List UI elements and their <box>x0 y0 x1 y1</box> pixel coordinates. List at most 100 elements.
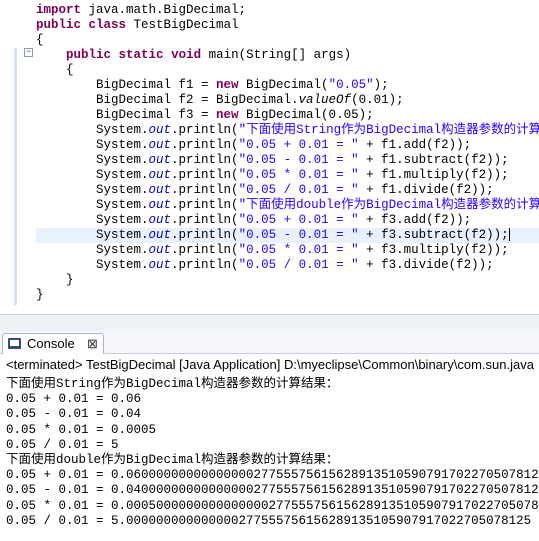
code-token: .println( <box>171 228 239 242</box>
code-token: + f1.multiply(f2)); <box>358 168 509 182</box>
code-line[interactable]: System.out.println("0.05 / 0.01 = " + f1… <box>36 183 494 198</box>
code-token: .println( <box>171 168 239 182</box>
code-token: BigDecimal f1 = <box>36 78 217 92</box>
code-token: "0.05 - 0.01 = " <box>238 228 359 242</box>
code-token: .println( <box>171 213 239 227</box>
console-output[interactable]: 下面使用String作为BigDecimal构造器参数的计算结果： 0.05 + … <box>0 375 539 541</box>
code-line[interactable]: System.out.println("0.05 + 0.01 = " + f3… <box>36 213 471 228</box>
code-token: public <box>36 18 82 32</box>
console-output-line: 下面使用String作为BigDecimal构造器参数的计算结果： <box>6 377 339 391</box>
console-output-line: 0.05 + 0.01 = 0.06 <box>6 392 142 407</box>
code-token: out <box>148 258 172 272</box>
console-tab-bar: Console ⊠ <box>0 331 539 354</box>
code-token: new <box>216 78 239 92</box>
console-output-line: 0.05 / 0.01 = 5.000000000000000277555756… <box>6 513 532 528</box>
view-sash[interactable] <box>0 314 539 332</box>
code-token: + f1.add(f2)); <box>358 138 472 152</box>
code-line[interactable]: BigDecimal f2 = BigDecimal.valueOf(0.01)… <box>36 93 404 108</box>
code-token: "下面使用double作为BigDecimal构造器参数的计算结果：" <box>238 198 539 212</box>
code-token: valueOf <box>298 93 352 107</box>
code-token: System. <box>36 213 149 227</box>
code-token: new <box>216 108 239 122</box>
code-token: .println( <box>171 243 239 257</box>
code-line[interactable]: } <box>36 273 74 288</box>
code-token: "下面使用String作为BigDecimal构造器参数的计算结果：" <box>238 123 539 137</box>
tab-console[interactable]: Console ⊠ <box>2 333 104 354</box>
code-token: out <box>148 198 172 212</box>
code-token: { <box>36 33 44 47</box>
code-line[interactable]: System.out.println("0.05 - 0.01 = " + f3… <box>36 228 510 243</box>
code-token: } <box>36 288 44 302</box>
code-line[interactable]: BigDecimal f1 = new BigDecimal("0.05"); <box>36 78 389 93</box>
code-token: "0.05 + 0.01 = " <box>238 213 359 227</box>
code-token: System. <box>36 168 149 182</box>
code-line[interactable]: System.out.println("0.05 * 0.01 = " + f1… <box>36 168 509 183</box>
code-token: System. <box>36 198 149 212</box>
code-line[interactable]: import java.math.BigDecimal; <box>36 3 246 18</box>
console-status: <terminated> TestBigDecimal [Java Applic… <box>6 357 534 372</box>
code-line[interactable]: System.out.println("0.05 * 0.01 = " + f3… <box>36 243 509 258</box>
fold-collapse-icon[interactable]: − <box>24 48 33 57</box>
code-line[interactable]: System.out.println("下面使用String作为BigDecim… <box>36 123 539 138</box>
code-token: ); <box>373 78 389 92</box>
code-token: out <box>148 138 172 152</box>
code-line[interactable]: System.out.println("0.05 / 0.01 = " + f3… <box>36 258 494 273</box>
code-line[interactable]: public class TestBigDecimal <box>36 18 239 33</box>
code-line[interactable]: System.out.println("0.05 + 0.01 = " + f1… <box>36 138 471 153</box>
code-line[interactable]: { <box>36 63 74 78</box>
code-line[interactable]: System.out.println("0.05 - 0.01 = " + f1… <box>36 153 509 168</box>
console-output-line: 0.05 - 0.01 = 0.04 <box>6 407 142 422</box>
code-token: BigDecimal f3 = <box>36 108 217 122</box>
code-line[interactable]: } <box>36 288 44 303</box>
console-output-line: 0.05 * 0.01 = 0.0005 <box>6 422 157 437</box>
console-output-line: 0.05 + 0.01 = 0.060000000000000002775557… <box>6 468 539 483</box>
code-token: java.math.BigDecimal; <box>81 3 247 17</box>
code-token: void <box>171 48 202 62</box>
console-output-line: 0.05 * 0.01 = 0.000500000000000000027755… <box>6 498 539 513</box>
code-token: .println( <box>171 153 239 167</box>
code-token: out <box>148 213 172 227</box>
code-token: main(String[] args) <box>201 48 352 62</box>
code-token: { <box>36 63 74 77</box>
code-line[interactable]: System.out.println("下面使用double作为BigDecim… <box>36 198 539 213</box>
code-token: System. <box>36 183 149 197</box>
code-token: .println( <box>171 123 239 137</box>
code-token: out <box>148 228 172 242</box>
code-token: static <box>118 48 164 62</box>
console-tab-label: Console <box>27 336 75 351</box>
console-output-line: 0.05 - 0.01 = 0.040000000000000002775557… <box>6 483 539 498</box>
console-icon <box>8 338 21 349</box>
code-token: "0.05 + 0.01 = " <box>238 138 359 152</box>
code-line[interactable]: BigDecimal f3 = new BigDecimal(0.05); <box>36 108 374 123</box>
console-output-line: 0.05 / 0.01 = 5 <box>6 437 119 452</box>
code-token: out <box>148 168 172 182</box>
code-token: + f3.divide(f2)); <box>358 258 494 272</box>
code-token: .println( <box>171 183 239 197</box>
code-token: System. <box>36 123 149 137</box>
code-line[interactable]: public static void main(String[] args) <box>36 48 351 63</box>
code-token: "0.05 * 0.01 = " <box>238 243 359 257</box>
code-token: "0.05" <box>328 78 374 92</box>
code-token: System. <box>36 258 149 272</box>
close-icon[interactable]: ⊠ <box>87 335 98 353</box>
code-token: import <box>36 3 82 17</box>
code-token: "0.05 * 0.01 = " <box>238 168 359 182</box>
code-line[interactable]: { <box>36 33 44 48</box>
code-token: + f3.add(f2)); <box>358 213 472 227</box>
code-token: .println( <box>171 138 239 152</box>
code-token: System. <box>36 228 149 242</box>
code-editor[interactable]: − import java.math.BigDecimal; public cla… <box>0 0 539 314</box>
code-token: .println( <box>171 198 239 212</box>
code-token: "0.05 - 0.01 = " <box>238 153 359 167</box>
code-token: (0.01); <box>351 93 404 107</box>
code-token: + f1.divide(f2)); <box>358 183 494 197</box>
code-token: System. <box>36 153 149 167</box>
code-token: + f3.multiply(f2)); <box>358 243 509 257</box>
code-token: + f3.subtract(f2)); <box>358 228 509 242</box>
code-token: BigDecimal( <box>238 78 329 92</box>
code-token: out <box>148 123 172 137</box>
